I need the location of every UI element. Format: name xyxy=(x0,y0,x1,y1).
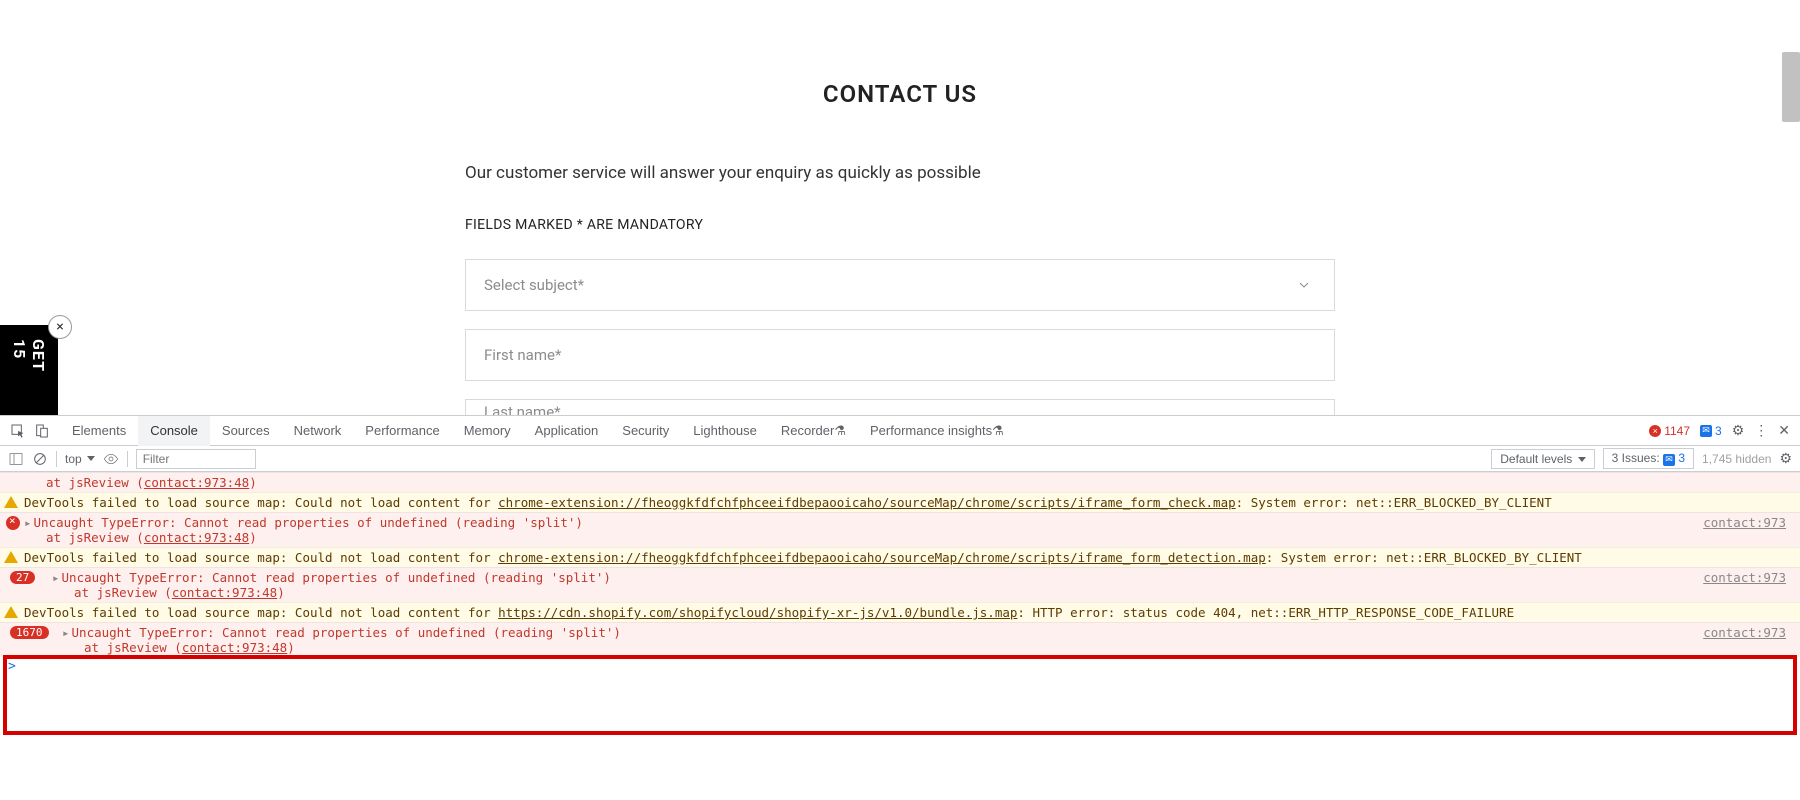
page-subtitle: Our customer service will answer your en… xyxy=(465,163,1335,183)
console-toolbar: top Default levels 3 Issues: ✉ 3 1,745 h… xyxy=(0,446,1800,472)
expand-caret-icon[interactable]: ▸ xyxy=(62,625,70,640)
tab-performance-insights[interactable]: Performance insights ⚗ xyxy=(858,416,1016,446)
expand-caret-icon[interactable]: ▸ xyxy=(52,570,60,585)
contact-form: CONTACT US Our customer service will ans… xyxy=(465,0,1335,415)
clear-console-icon[interactable] xyxy=(32,451,48,467)
source-link[interactable]: contact:973:48 xyxy=(172,585,277,600)
gear-icon[interactable]: ⚙ xyxy=(1732,422,1745,439)
message-count-badge[interactable]: ✉3 xyxy=(1700,424,1722,438)
console-prompt[interactable]: > xyxy=(0,657,1800,676)
log-error-grouped: 27 ▸Uncaught TypeError: Cannot read prop… xyxy=(0,567,1800,602)
devtools-panel: Elements Console Sources Network Perform… xyxy=(0,415,1800,800)
tab-recorder[interactable]: Recorder ⚗ xyxy=(769,416,858,446)
context-selector[interactable]: top xyxy=(65,452,95,466)
warning-icon xyxy=(4,606,18,618)
source-link[interactable]: contact:973:48 xyxy=(144,475,249,490)
console-settings-icon[interactable]: ⚙ xyxy=(1779,450,1792,467)
error-count-badge[interactable]: ×1147 xyxy=(1649,424,1690,438)
devtools-tabs: Elements Console Sources Network Perform… xyxy=(0,416,1800,446)
url-link[interactable]: https://cdn.shopify.com/shopifycloud/sho… xyxy=(498,605,1017,620)
tab-sources[interactable]: Sources xyxy=(210,416,282,446)
filter-input[interactable] xyxy=(136,449,256,469)
tab-elements[interactable]: Elements xyxy=(60,416,138,446)
promo-widget[interactable]: GET 15 xyxy=(0,325,58,415)
last-name-input[interactable]: Last name* xyxy=(465,399,1335,415)
flask-icon: ⚗ xyxy=(834,423,846,439)
close-devtools-icon[interactable]: ✕ xyxy=(1778,422,1790,439)
log-error: ▸Uncaught TypeError: Cannot read propert… xyxy=(0,512,1800,547)
repeat-count-badge: 1670 xyxy=(10,626,49,639)
source-link[interactable]: contact:973:48 xyxy=(144,530,249,545)
url-link[interactable]: chrome-extension://fheoggkfdfchfphceeifd… xyxy=(498,550,1266,565)
warning-icon xyxy=(4,551,18,563)
log-error-stack: at jsReview (contact:973:48) xyxy=(0,472,1800,492)
issues-button[interactable]: 3 Issues: ✉ 3 xyxy=(1603,448,1694,469)
page-body: CONTACT US Our customer service will ans… xyxy=(0,0,1800,415)
log-warning: DevTools failed to load source map: Coul… xyxy=(0,547,1800,567)
tab-memory[interactable]: Memory xyxy=(452,416,523,446)
source-link[interactable]: contact:973 xyxy=(1703,570,1786,585)
repeat-count-badge: 27 xyxy=(10,571,35,584)
console-log-area: at jsReview (contact:973:48) DevTools fa… xyxy=(0,472,1800,676)
log-warning: DevTools failed to load source map: Coul… xyxy=(0,492,1800,512)
error-icon xyxy=(6,516,20,530)
flask-icon: ⚗ xyxy=(992,423,1004,439)
log-level-selector[interactable]: Default levels xyxy=(1491,449,1594,469)
tab-console[interactable]: Console xyxy=(138,416,210,446)
device-icon[interactable] xyxy=(34,423,50,439)
first-name-input[interactable]: First name* xyxy=(465,329,1335,381)
source-link[interactable]: contact:973 xyxy=(1703,625,1786,640)
tab-security[interactable]: Security xyxy=(610,416,681,446)
tab-network[interactable]: Network xyxy=(282,416,354,446)
last-name-placeholder: Last name* xyxy=(484,403,561,416)
eye-icon[interactable] xyxy=(103,451,119,467)
subject-placeholder: Select subject* xyxy=(484,276,584,294)
log-warning: DevTools failed to load source map: Coul… xyxy=(0,602,1800,622)
page-scrollbar[interactable] xyxy=(1782,52,1800,122)
hidden-count: 1,745 hidden xyxy=(1702,452,1771,466)
first-name-placeholder: First name* xyxy=(484,346,561,364)
source-link[interactable]: contact:973:48 xyxy=(182,640,287,655)
inspect-icon[interactable] xyxy=(10,423,26,439)
log-error-grouped: 1670 ▸Uncaught TypeError: Cannot read pr… xyxy=(0,622,1800,657)
source-link[interactable]: contact:973 xyxy=(1703,515,1786,530)
more-icon[interactable]: ⋮ xyxy=(1754,422,1768,439)
tab-performance[interactable]: Performance xyxy=(353,416,451,446)
url-link[interactable]: chrome-extension://fheoggkfdfchfphceeifd… xyxy=(498,495,1236,510)
chevron-down-icon xyxy=(1296,277,1312,293)
subject-select[interactable]: Select subject* xyxy=(465,259,1335,311)
mandatory-note: FIELDS MARKED * ARE MANDATORY xyxy=(465,217,1335,233)
expand-caret-icon[interactable]: ▸ xyxy=(24,515,32,530)
close-icon[interactable]: × xyxy=(48,315,72,339)
warning-icon xyxy=(4,496,18,508)
page-title: CONTACT US xyxy=(465,80,1335,108)
tab-lighthouse[interactable]: Lighthouse xyxy=(681,416,769,446)
tab-application[interactable]: Application xyxy=(523,416,611,446)
sidebar-toggle-icon[interactable] xyxy=(8,451,24,467)
